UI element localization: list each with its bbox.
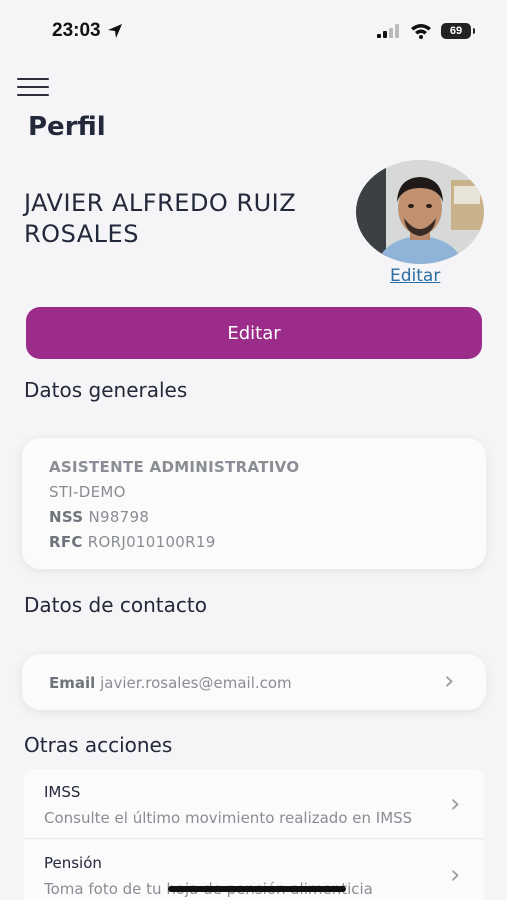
email-text: Email javier.rosales@email.com	[49, 674, 292, 692]
rfc-row: RFC RORJ010100R19	[49, 533, 216, 551]
rfc-label: RFC	[49, 533, 83, 551]
status-indicators: 69	[377, 23, 475, 39]
nss-value: N98798	[88, 508, 150, 526]
action-title: Pensión	[44, 854, 102, 872]
general-info-card: ASISTENTE ADMINISTRATIVO STI-DEMO NSS N9…	[22, 438, 486, 569]
chevron-right-icon: ›	[444, 666, 455, 696]
action-title: IMSS	[44, 783, 81, 801]
section-contact-title: Datos de contacto	[24, 593, 207, 617]
home-indicator[interactable]	[168, 886, 346, 892]
page-title: Perfil	[28, 112, 106, 142]
user-name: JAVIER ALFREDO RUIZ ROSALES	[24, 189, 297, 248]
job-position: ASISTENTE ADMINISTRATIVO	[49, 458, 300, 476]
status-bar: 23:03 69	[0, 0, 507, 62]
section-actions-title: Otras acciones	[24, 733, 173, 757]
status-time: 23:03	[52, 20, 123, 42]
edit-profile-button[interactable]: Editar	[26, 307, 482, 359]
wifi-icon	[411, 24, 431, 39]
cellular-signal-icon	[377, 24, 399, 38]
battery-icon: 69	[441, 23, 475, 39]
avatar[interactable]	[356, 160, 484, 264]
company-name: STI-DEMO	[49, 483, 126, 501]
edit-photo-link[interactable]: Editar	[390, 266, 440, 286]
section-general-title: Datos generales	[24, 378, 188, 402]
location-arrow-icon	[107, 24, 122, 38]
menu-line	[17, 78, 49, 80]
menu-line	[17, 94, 49, 96]
menu-button[interactable]	[17, 76, 49, 98]
clock: 23:03	[52, 20, 101, 41]
chevron-right-icon: ›	[450, 789, 461, 819]
nss-row: NSS N98798	[49, 508, 149, 526]
email-value: javier.rosales@email.com	[100, 674, 292, 692]
email-label: Email	[49, 674, 96, 692]
action-item-imss[interactable]: IMSS Consulte el último movimiento reali…	[24, 769, 484, 839]
email-row[interactable]: Email javier.rosales@email.com ›	[22, 654, 486, 710]
nss-label: NSS	[49, 508, 84, 526]
action-description: Consulte el último movimiento realizado …	[44, 809, 413, 827]
chevron-right-icon: ›	[450, 860, 461, 890]
menu-line	[17, 86, 49, 88]
rfc-value: RORJ010100R19	[87, 533, 216, 551]
avatar-photo	[356, 160, 484, 264]
